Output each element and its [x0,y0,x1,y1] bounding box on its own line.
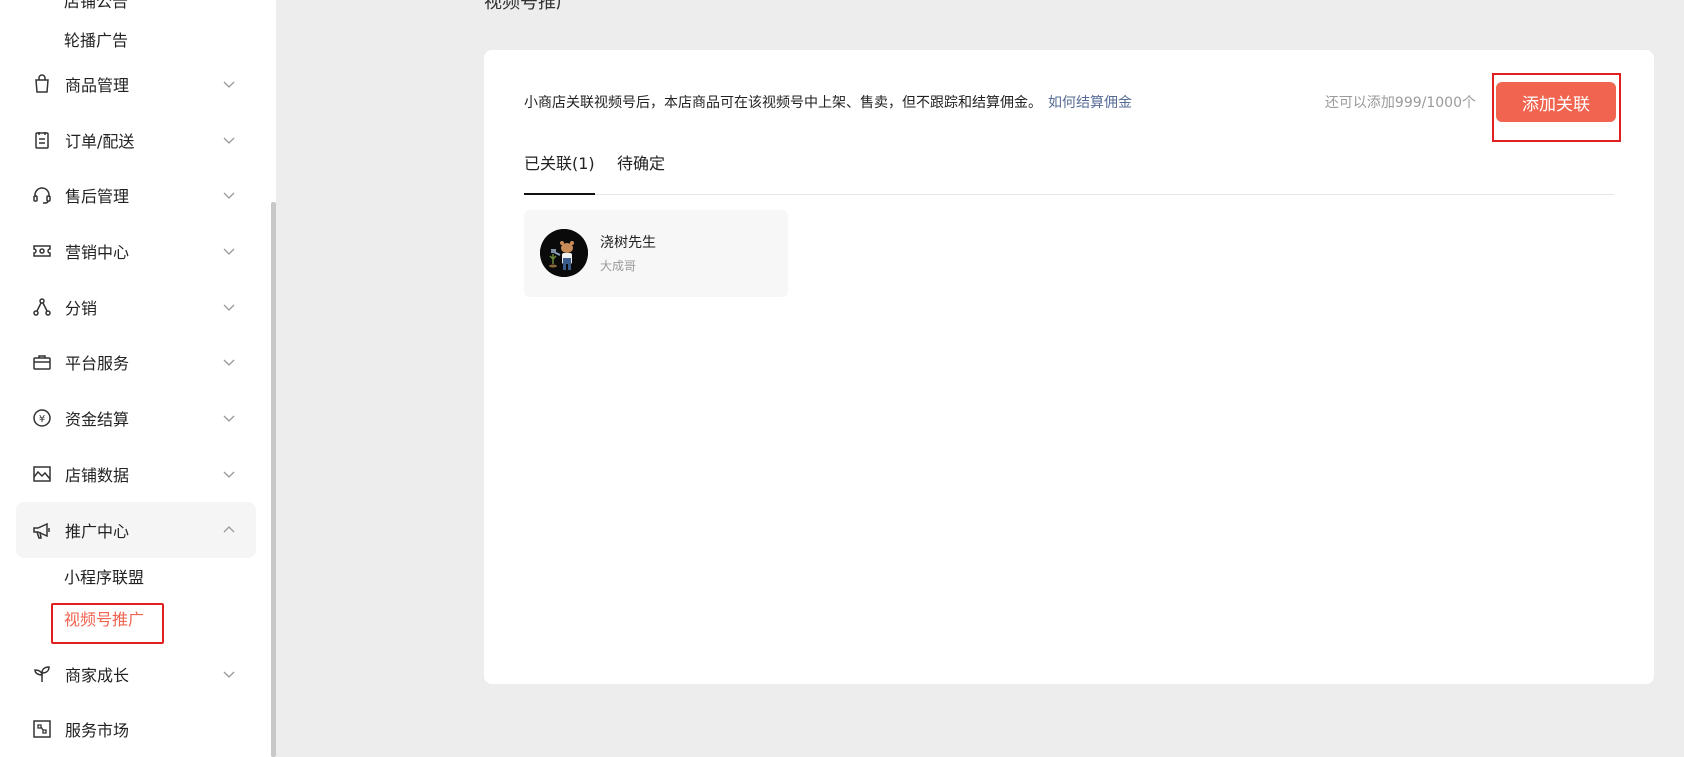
sidebar-item-promotion[interactable]: 推广中心 [16,502,256,558]
sidebar-item-store-notice[interactable]: 店铺公告 [64,0,128,12]
sidebar-item-label: 店铺数据 [65,466,130,485]
sidebar: 店铺公告 轮播广告 商品管理 订单/配送 售后管理 营销中心 分销 平台服务 ¥… [0,0,276,757]
chevron-down-icon [221,299,237,315]
linked-account-card[interactable]: 浇树先生 大成哥 [524,210,788,297]
sidebar-item-distribution[interactable]: 分销 [16,279,256,335]
sidebar-item-label: 推广中心 [65,522,130,541]
description: 小商店关联视频号后，本店商品可在该视频号中上架、售卖，但不跟踪和结算佣金。 [524,95,1042,111]
tab-linked[interactable]: 已关联(1) [524,154,595,195]
megaphone-icon [32,520,52,540]
sidebar-item-label: 售后管理 [65,187,130,206]
sidebar-item-label: 商品管理 [65,76,130,95]
sprout-icon [32,664,52,684]
sidebar-item-label: 商家成长 [65,666,130,685]
sidebar-item-platform-services[interactable]: 平台服务 [16,334,256,390]
chevron-up-icon [221,522,237,538]
main-card: 小商店关联视频号后，本店商品可在该视频号中上架、售卖，但不跟踪和结算佣金。 如何结… [484,50,1654,684]
chevron-down-icon [221,132,237,148]
sidebar-item-merchant-growth[interactable]: 商家成长 [16,646,256,702]
sidebar-item-products[interactable]: 商品管理 [16,56,256,112]
ticket-icon [32,241,52,261]
tab-bar: 已关联(1) 待确定 [524,154,1614,195]
chevron-down-icon [221,354,237,370]
puzzle-icon [32,719,52,739]
sidebar-item-marketing[interactable]: 营销中心 [16,223,256,279]
selection-highlight [51,603,164,644]
bag-icon [32,74,52,94]
chevron-down-icon [221,410,237,426]
sidebar-item-label: 服务市场 [65,721,130,740]
sidebar-item-orders[interactable]: 订单/配送 [16,112,256,168]
sidebar-item-after-sales[interactable]: 售后管理 [16,167,256,223]
help-link[interactable]: 如何结算佣金 [1048,95,1132,111]
clipboard-icon [32,130,52,150]
add-link-button[interactable]: 添加关联 [1496,82,1616,122]
sidebar-item-store-data[interactable]: 店铺数据 [16,446,256,502]
briefcase-icon [32,352,52,372]
headset-icon [32,185,52,205]
sidebar-item-carousel-ads[interactable]: 轮播广告 [64,31,128,51]
quota-text: 还可以添加999/1000个 [1324,95,1476,111]
chevron-down-icon [221,76,237,92]
sidebar-item-label: 平台服务 [65,354,130,373]
description-text: 小商店关联视频号后，本店商品可在该视频号中上架、售卖，但不跟踪和结算佣金。 如何结… [524,92,1132,112]
chevron-down-icon [221,187,237,203]
share-nodes-icon [32,297,52,317]
page-title: 视频号推广 [484,0,574,13]
sidebar-scrollbar[interactable] [271,202,276,757]
chevron-down-icon [221,666,237,682]
tab-pending[interactable]: 待确定 [617,154,665,193]
chevron-down-icon [221,466,237,482]
sidebar-item-service-market[interactable]: 服务市场 [16,701,256,757]
chevron-down-icon [221,243,237,259]
sidebar-item-settlement[interactable]: ¥ 资金结算 [16,390,256,446]
sidebar-item-label: 订单/配送 [65,132,135,151]
chart-icon [32,464,52,484]
sidebar-item-miniprogram-alliance[interactable]: 小程序联盟 [64,568,144,588]
sidebar-item-label: 分销 [65,299,98,318]
account-subtitle: 大成哥 [600,259,637,273]
yen-icon: ¥ [32,408,52,428]
avatar [540,229,588,277]
account-name: 浇树先生 [600,235,656,251]
sidebar-item-label: 资金结算 [65,410,130,429]
sidebar-item-label: 营销中心 [65,243,130,262]
svg-text:¥: ¥ [39,414,45,425]
